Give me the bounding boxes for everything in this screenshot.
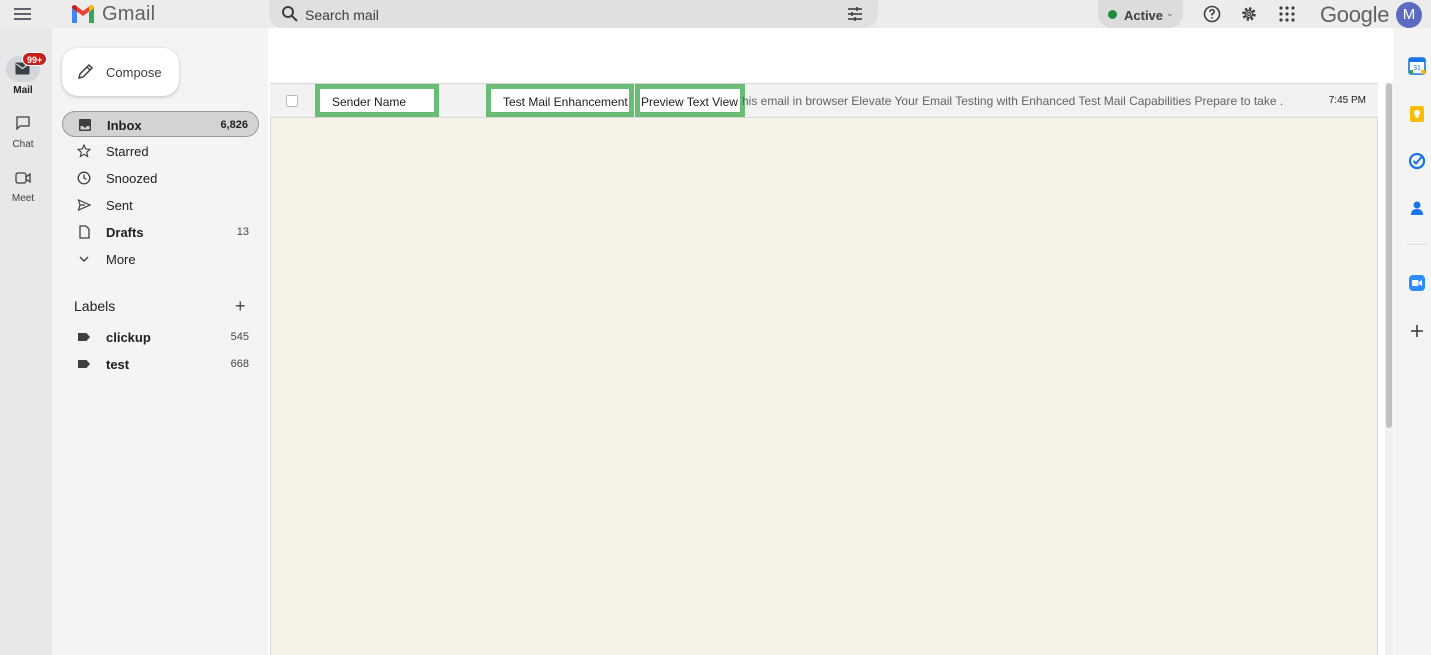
pencil-icon [77,63,94,80]
chevron-down-icon [79,256,89,262]
help-icon[interactable] [1203,5,1221,23]
email-snippet: his email in browser Elevate Your Email … [742,94,1284,108]
gmail-logo[interactable]: Gmail [70,3,155,25]
sidebar-item-starred[interactable]: Starred [62,138,259,164]
calendar-icon[interactable]: 31 [1408,57,1426,75]
label-item-test[interactable]: test 668 [62,351,259,377]
sidebar-item-label: More [106,252,136,267]
sidebar-item-sent[interactable]: Sent [62,192,259,218]
email-preview: Preview Text View [641,95,738,109]
compose-button[interactable]: Compose [62,48,179,96]
contacts-icon[interactable] [1408,199,1426,217]
email-row[interactable]: Sender Name Test Mail Enhancement Previe… [270,83,1378,118]
draft-icon [79,225,90,239]
sidebar-item-label: Snoozed [106,171,158,186]
gmail-m-icon [72,5,94,23]
label-tag-icon [78,333,90,341]
keep-icon[interactable] [1408,105,1426,123]
inbox-icon [79,119,91,131]
app-rail: 99+ Mail Chat Meet [0,28,52,655]
sidebar-item-label: Sent [106,198,133,213]
rail-label-meet: Meet [11,193,35,204]
sidebar-item-label: Inbox [107,118,142,133]
label-tag-icon [78,360,90,368]
search-input[interactable]: Search mail [305,7,379,23]
label-count: 668 [230,358,249,370]
inbox-count: 6,826 [220,119,248,131]
search-icon[interactable] [281,5,299,23]
add-label-icon[interactable]: + [235,296,246,317]
drafts-count: 13 [236,226,249,238]
main-menu-icon[interactable] [14,8,31,20]
status-dot [1108,10,1117,19]
zoom-app-icon[interactable] [1408,274,1426,292]
google-logo[interactable]: Google [1320,2,1389,28]
settings-gear-icon[interactable] [1240,5,1258,23]
rail-label-mail: Mail [13,85,33,96]
label-name: test [106,357,130,372]
email-subject: Test Mail Enhancement [503,95,628,109]
label-item-clickup[interactable]: clickup 545 [62,324,259,350]
row-checkbox[interactable] [286,95,298,107]
label-name: clickup [106,330,151,345]
add-addon-icon[interactable] [1408,322,1426,340]
top-bar: Gmail Search mail Active ⌄ Google M [0,0,1431,28]
compose-label: Compose [106,65,162,80]
tasks-icon[interactable] [1408,152,1426,170]
side-panel: 31 [1393,28,1431,655]
sidebar-item-label: Starred [106,144,149,159]
account-avatar[interactable]: M [1396,2,1422,28]
sender-highlight: Sender Name [315,84,439,117]
sidebar-item-label: Drafts [106,225,144,240]
label-count: 545 [230,331,249,343]
labels-heading: Labels [74,298,116,314]
svg-text:31: 31 [1413,65,1421,72]
mail-unread-badge: 99+ [22,52,48,66]
subject-highlight: Test Mail Enhancement [486,84,634,117]
star-icon [77,144,91,158]
sidebar-item-snoozed[interactable]: Snoozed [62,165,259,191]
chat-icon [16,116,30,130]
sidebar-item-drafts[interactable]: Drafts 13 [62,219,259,245]
email-body-area [270,118,1378,655]
preview-highlight: Preview Text View [635,84,745,117]
clock-icon [77,171,91,185]
search-bar[interactable]: Search mail [269,0,878,28]
status-selector[interactable]: Active ⌄ [1098,0,1183,28]
email-sender: Sender Name [332,95,407,109]
apps-grid-icon[interactable] [1278,5,1296,23]
send-icon [77,198,91,212]
panel-divider [1407,244,1427,245]
sidebar: Compose Inbox 6,826 Starred Snoozed Sent… [52,28,268,655]
sidebar-item-more[interactable]: More [62,246,259,272]
scrollbar-thumb[interactable] [1386,83,1392,428]
status-label: Active [1124,8,1164,23]
email-time: 7:45 PM [1328,95,1366,106]
chevron-down-icon: ⌄ [1166,8,1174,18]
rail-label-chat: Chat [12,139,34,150]
search-options-icon[interactable] [846,6,864,22]
video-icon [15,172,31,184]
sidebar-item-inbox[interactable]: Inbox 6,826 [62,111,259,137]
app-name: Gmail [102,2,156,25]
main-pane: Sender Name Test Mail Enhancement Previe… [268,28,1393,655]
